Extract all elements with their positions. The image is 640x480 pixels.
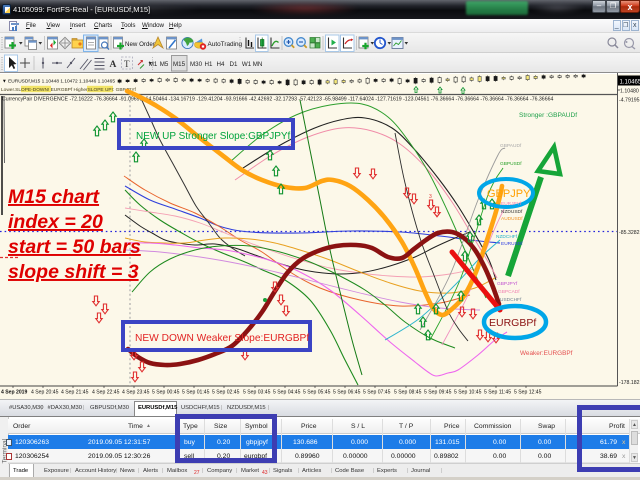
svg-text:5 Sep 05:45: 5 Sep 05:45 (303, 390, 331, 396)
svg-text:-4.79195: -4.79195 (619, 98, 640, 104)
svg-text:5 Sep 03:45: 5 Sep 03:45 (243, 390, 271, 396)
svg-text:M15: M15 (173, 61, 186, 68)
svg-text:5 Sep 11:45: 5 Sep 11:45 (484, 390, 511, 396)
svg-text:slope shift = 3: slope shift = 3 (8, 261, 139, 283)
svg-text:3: 3 (429, 194, 432, 200)
svg-text:NZDUSDf: NZDUSDf (501, 209, 523, 215)
svg-text:5 Sep 04:45: 5 Sep 04:45 (273, 390, 301, 396)
svg-text:AutoTrading: AutoTrading (208, 41, 243, 48)
svg-text:start = 50 bars: start = 50 bars (8, 236, 141, 258)
svg-text:index = 20: index = 20 (8, 211, 103, 233)
svg-text:5 Sep 12:45: 5 Sep 12:45 (514, 390, 542, 396)
svg-text:EURJPYf: EURJPYf (501, 201, 522, 207)
svg-text:5 Sep 02:45: 5 Sep 02:45 (212, 390, 240, 396)
svg-text:5 Sep 10:45: 5 Sep 10:45 (454, 390, 482, 396)
svg-text:Stronger :GBPAUDf: Stronger :GBPAUDf (519, 112, 577, 119)
svg-text:GBPJPYf: GBPJPYf (497, 281, 518, 287)
svg-text:MN: MN (253, 61, 263, 68)
svg-text:EURGBPf: EURGBPf (489, 317, 536, 329)
svg-text:NEW UP Stronger Slope:GBPJPYf: NEW UP Stronger Slope:GBPJPYf (136, 131, 291, 142)
svg-text:5 Sep 01:45: 5 Sep 01:45 (182, 390, 210, 396)
svg-text:3: 3 (436, 212, 439, 218)
svg-text:4 Sep 22:45: 4 Sep 22:45 (92, 390, 120, 396)
svg-text:5 Sep 07:45: 5 Sep 07:45 (363, 390, 391, 396)
svg-text:USDCHFf: USDCHFf (500, 297, 522, 303)
svg-text:H4: H4 (217, 61, 225, 68)
svg-text:4 Sep 20:45: 4 Sep 20:45 (31, 390, 59, 396)
svg-text:M15 chart: M15 chart (8, 186, 101, 208)
svg-text:Lower.SLOPE-DOWN! EURGBPf High: Lower.SLOPE-DOWN! EURGBPf HigherSLOPE UP… (1, 87, 137, 93)
svg-text:A: A (110, 60, 117, 70)
svg-text:M1: M1 (149, 61, 158, 68)
svg-text:▼ EURUSDf,M15 1.10448 1.10472: ▼ EURUSDf,M15 1.10448 1.10472 1.10446 1.… (2, 79, 115, 85)
svg-text:New Order: New Order (125, 41, 155, 48)
svg-text:GBPJPY: GBPJPY (487, 188, 531, 200)
svg-text:NEW DOWN Weaker Slope:EURGBPf: NEW DOWN Weaker Slope:EURGBPf (135, 333, 309, 344)
svg-text:4 Sep 23:45: 4 Sep 23:45 (122, 390, 150, 396)
svg-text:NZDCHFf: NZDCHFf (496, 234, 518, 240)
svg-text:-85.32821: -85.32821 (619, 230, 640, 236)
svg-text:W1: W1 (242, 61, 252, 68)
svg-text:1.10465: 1.10465 (620, 80, 640, 86)
svg-text:5 Sep 00:45: 5 Sep 00:45 (152, 390, 180, 396)
svg-text:GBPAUDf: GBPAUDf (500, 143, 522, 149)
svg-text:4 Sep 21:45: 4 Sep 21:45 (61, 390, 89, 396)
svg-text:AUDUSDf: AUDUSDf (501, 216, 523, 222)
svg-text:1.10480: 1.10480 (620, 89, 639, 95)
svg-text:5 Sep 08:45: 5 Sep 08:45 (394, 390, 422, 396)
svg-text:T: T (124, 59, 130, 69)
svg-text:EURUSDf: EURUSDf (501, 241, 523, 247)
svg-text:5 Sep 06:45: 5 Sep 06:45 (333, 390, 361, 396)
svg-text:GBPUSDf: GBPUSDf (500, 161, 522, 167)
svg-text:5 Sep 09:45: 5 Sep 09:45 (424, 390, 452, 396)
svg-text:M30: M30 (190, 61, 203, 68)
svg-text:D1: D1 (230, 61, 238, 68)
svg-text:4 Sep 2019: 4 Sep 2019 (1, 390, 28, 396)
svg-text:-178.1821: -178.1821 (619, 380, 640, 386)
svg-text:Weaker:EURGBPf: Weaker:EURGBPf (520, 350, 573, 357)
svg-text:GBPCADf: GBPCADf (498, 289, 520, 295)
svg-text:H1: H1 (205, 61, 213, 68)
svg-text:M5: M5 (160, 61, 169, 68)
svg-text:CurrencyPair DIVERGENCE -72.16: CurrencyPair DIVERGENCE -72.16222 -76.36… (2, 96, 553, 102)
